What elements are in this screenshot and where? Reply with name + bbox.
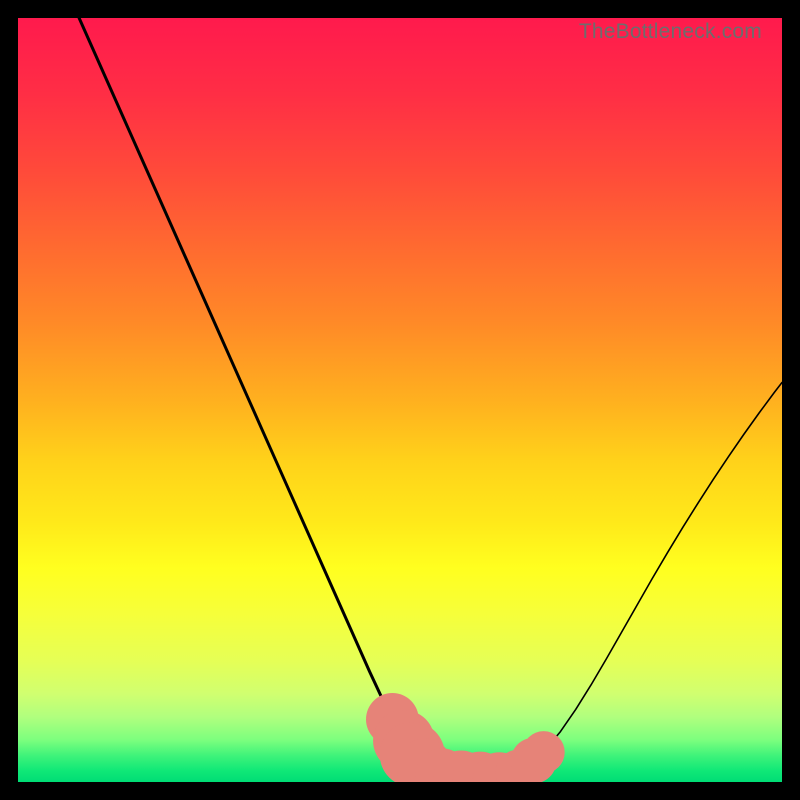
chart-svg xyxy=(18,18,782,782)
curve-left xyxy=(79,18,484,780)
curve-right xyxy=(484,382,782,780)
watermark-text: TheBottleneck.com xyxy=(579,20,762,44)
valley-marker xyxy=(523,731,565,773)
chart-frame: TheBottleneck.com xyxy=(0,0,800,800)
chart-plot-area: TheBottleneck.com xyxy=(18,18,782,782)
